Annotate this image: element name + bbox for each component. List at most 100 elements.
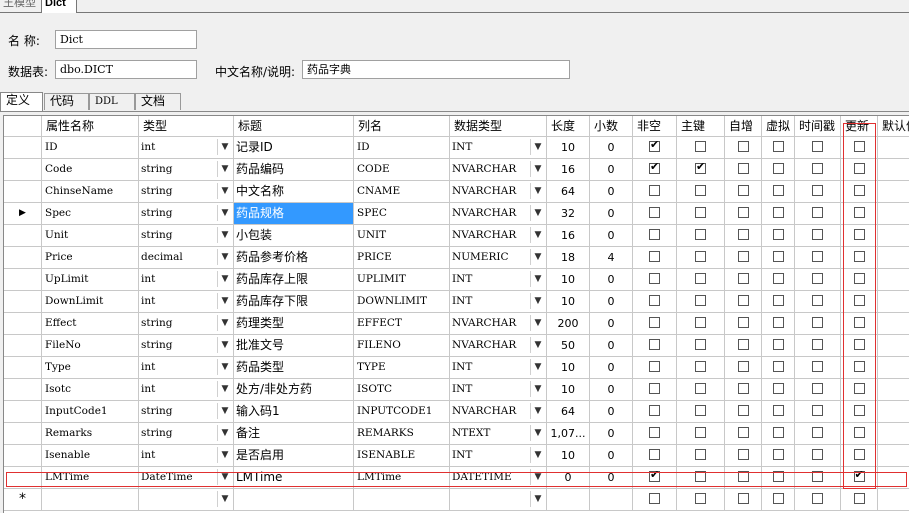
ts-checkbox[interactable] [812, 317, 823, 328]
virt-cell[interactable] [762, 467, 795, 489]
attr-cell[interactable]: LMTime [42, 467, 139, 489]
dec-cell[interactable]: 0 [590, 423, 633, 445]
chevron-down-icon[interactable]: ▼ [217, 161, 232, 177]
title-cell[interactable]: 药理类型 [234, 313, 354, 335]
col-cell[interactable]: REMARKS [354, 423, 450, 445]
pk-cell[interactable] [677, 379, 725, 401]
virt-checkbox[interactable] [772, 339, 784, 350]
default-value-cell[interactable] [878, 335, 909, 357]
dec-cell[interactable] [590, 489, 633, 511]
pk-cell[interactable] [677, 423, 725, 445]
auto-checkbox[interactable] [737, 493, 749, 504]
upd-cell[interactable] [841, 181, 878, 203]
chevron-down-icon[interactable]: ▼ [217, 249, 232, 265]
dec-cell[interactable]: 4 [590, 247, 633, 269]
chevron-down-icon[interactable]: ▼ [530, 403, 545, 419]
chevron-down-icon[interactable]: ▼ [217, 491, 232, 507]
virt-cell[interactable] [762, 203, 795, 225]
column-header[interactable]: 属性名称 [42, 116, 139, 137]
virt-checkbox[interactable] [772, 185, 784, 196]
upd-checkbox[interactable] [853, 468, 865, 482]
ts-checkbox[interactable] [812, 449, 823, 460]
ts-checkbox[interactable] [812, 427, 823, 438]
title-cell[interactable]: 药品库存上限 [234, 269, 354, 291]
notnull-cell[interactable] [633, 335, 677, 357]
column-header[interactable]: 虚拟 [762, 116, 795, 137]
title-cell[interactable]: 记录ID [234, 137, 354, 159]
chevron-down-icon[interactable]: ▼ [530, 293, 545, 309]
pk-cell[interactable] [677, 137, 725, 159]
type-dropdown[interactable]: string ▼ [139, 159, 234, 181]
auto-checkbox[interactable] [737, 449, 749, 460]
dtype-dropdown[interactable]: NVARCHAR ▼ [450, 181, 547, 203]
attr-cell[interactable]: ChinseName [42, 181, 139, 203]
chevron-down-icon[interactable]: ▼ [217, 315, 232, 331]
dtype-dropdown[interactable]: NVARCHAR ▼ [450, 203, 547, 225]
len-cell[interactable]: 1,07... [547, 423, 590, 445]
auto-cell[interactable] [725, 379, 762, 401]
chevron-down-icon[interactable]: ▼ [217, 183, 232, 199]
ts-cell[interactable] [795, 379, 841, 401]
default-value-cell[interactable] [878, 137, 909, 159]
row-header[interactable] [4, 379, 42, 401]
virt-cell[interactable] [762, 313, 795, 335]
notnull-checkbox[interactable] [649, 295, 660, 306]
pk-checkbox[interactable] [695, 295, 706, 306]
col-cell[interactable]: CNAME [354, 181, 450, 203]
upd-cell[interactable] [841, 423, 878, 445]
upd-cell[interactable] [841, 401, 878, 423]
notnull-checkbox[interactable] [649, 449, 660, 460]
type-dropdown[interactable]: string ▼ [139, 401, 234, 423]
auto-checkbox[interactable] [737, 339, 749, 350]
dec-cell[interactable]: 0 [590, 313, 633, 335]
chevron-down-icon[interactable]: ▼ [530, 359, 545, 375]
chevron-down-icon[interactable]: ▼ [530, 491, 545, 507]
attr-cell[interactable]: Unit [42, 225, 139, 247]
tab-ddl[interactable]: DDL [89, 93, 135, 110]
auto-cell[interactable] [725, 401, 762, 423]
upd-cell[interactable] [841, 335, 878, 357]
doc-tab-model[interactable]: 王模型 [0, 0, 40, 11]
upd-checkbox[interactable] [853, 295, 865, 306]
notnull-cell[interactable] [633, 225, 677, 247]
ts-cell[interactable] [795, 401, 841, 423]
title-cell[interactable]: 药品类型 [234, 357, 354, 379]
upd-cell[interactable] [841, 467, 878, 489]
notnull-cell[interactable] [633, 181, 677, 203]
virt-cell[interactable] [762, 269, 795, 291]
upd-checkbox[interactable] [853, 383, 865, 394]
pk-cell[interactable] [677, 357, 725, 379]
virt-cell[interactable] [762, 401, 795, 423]
len-cell[interactable]: 64 [547, 181, 590, 203]
row-header[interactable] [4, 247, 42, 269]
dtype-dropdown[interactable]: NUMERIC ▼ [450, 247, 547, 269]
type-dropdown[interactable]: int ▼ [139, 445, 234, 467]
upd-cell[interactable] [841, 137, 878, 159]
ts-checkbox[interactable] [812, 295, 823, 306]
attr-cell[interactable]: FileNo [42, 335, 139, 357]
type-dropdown[interactable]: int ▼ [139, 357, 234, 379]
pk-checkbox[interactable] [695, 449, 706, 460]
dtype-dropdown[interactable]: INT ▼ [450, 379, 547, 401]
title-cell[interactable]: LMTime [234, 467, 354, 489]
title-cell[interactable]: 小包装 [234, 225, 354, 247]
type-dropdown[interactable]: string ▼ [139, 423, 234, 445]
ts-cell[interactable] [795, 489, 841, 511]
dtype-dropdown[interactable]: DATETIME ▼ [450, 467, 547, 489]
upd-checkbox[interactable] [853, 449, 865, 460]
auto-checkbox[interactable] [737, 273, 749, 284]
chevron-down-icon[interactable]: ▼ [217, 271, 232, 287]
type-dropdown[interactable]: int ▼ [139, 137, 234, 159]
auto-cell[interactable] [725, 335, 762, 357]
title-cell[interactable]: 处方/非处方药 [234, 379, 354, 401]
auto-cell[interactable] [725, 247, 762, 269]
virt-checkbox[interactable] [772, 405, 784, 416]
row-header[interactable] [4, 401, 42, 423]
notnull-cell[interactable] [633, 269, 677, 291]
title-cell[interactable]: 药品库存下限 [234, 291, 354, 313]
attr-cell[interactable]: Code [42, 159, 139, 181]
auto-checkbox[interactable] [737, 229, 749, 240]
ts-checkbox[interactable] [812, 207, 823, 218]
virt-cell[interactable] [762, 445, 795, 467]
virt-cell[interactable] [762, 225, 795, 247]
